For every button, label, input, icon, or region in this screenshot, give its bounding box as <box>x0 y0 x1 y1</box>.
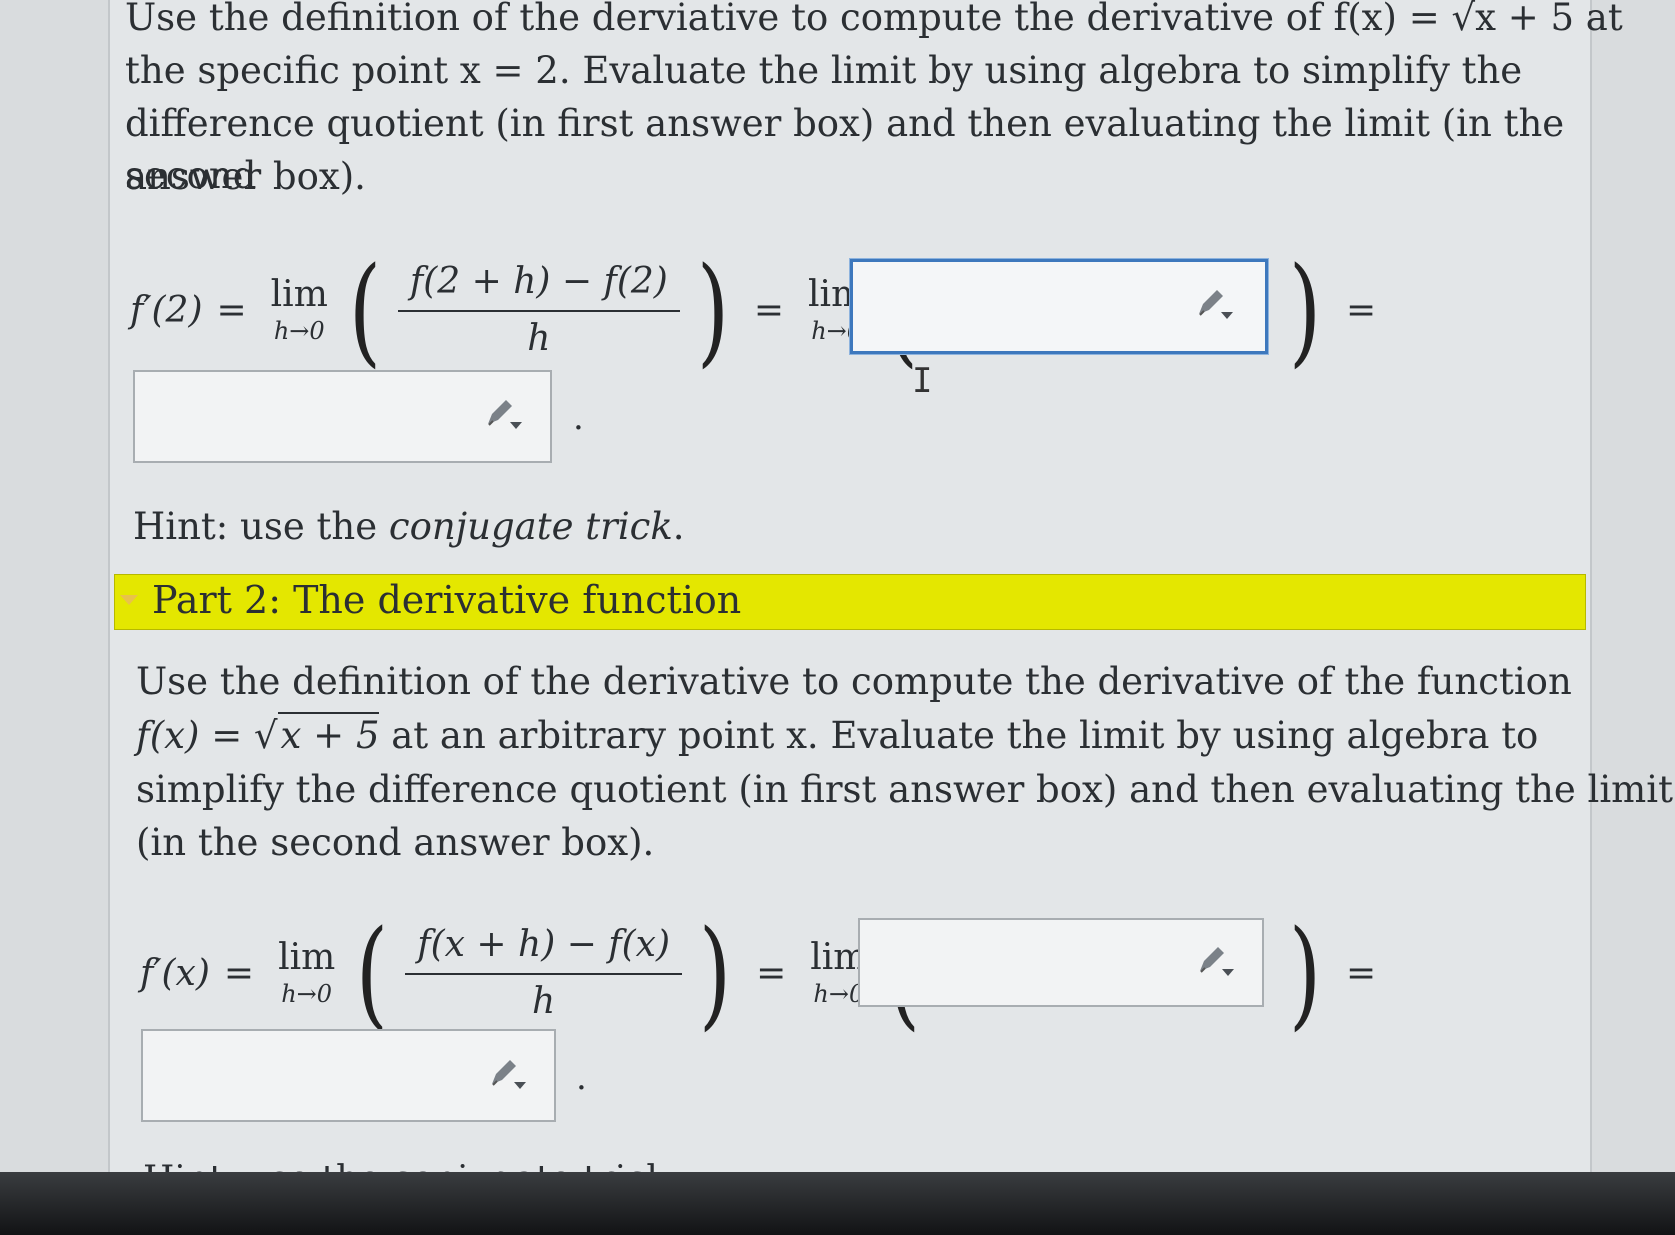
part1-lim-text: lim <box>270 274 328 315</box>
part1-equals-2: = <box>753 289 785 331</box>
part2-equation: f′(x) = lim h→0 ( f(x + h) − f(x) h ) = … <box>140 903 931 1043</box>
part1-hint-prefix: Hint: use the <box>133 505 389 548</box>
pencil-dropdown-icon[interactable] <box>484 398 524 432</box>
section-title: Part 2: The derivative function <box>152 578 742 622</box>
part2-numerator: f(x + h) − f(x) <box>405 924 683 975</box>
part2-equation-tail: ) = <box>1278 903 1390 1043</box>
pencil-dropdown-icon[interactable] <box>1195 288 1235 322</box>
part2-line2-rest: at an arbitrary point x. Evaluate the li… <box>379 714 1539 757</box>
part1-equals-3: = <box>1346 289 1377 331</box>
part1-line1: Use the definition of the derviative to … <box>125 0 1623 39</box>
part2-equals-3: = <box>1346 952 1377 994</box>
part1-line4: answer box). <box>125 155 366 198</box>
part2-fx: f(x) = <box>136 714 254 757</box>
part2-fraction: f(x + h) − f(x) h <box>405 924 683 1022</box>
part1-lim-sub: h→0 <box>273 317 325 345</box>
part1-hint-emph: conjugate trick <box>388 505 673 548</box>
part1-denominator: h <box>527 318 551 359</box>
part2-radicand: x + 5 <box>277 712 380 757</box>
part2-lim-sub: h→0 <box>281 980 333 1008</box>
part2-line2: f(x) = √x + 5 at an arbitrary point x. E… <box>136 712 1539 757</box>
pencil-dropdown-icon[interactable] <box>1196 945 1236 979</box>
part2-close-paren-2: ) <box>1288 904 1322 1042</box>
pencil-dropdown-icon[interactable] <box>488 1058 528 1092</box>
part2-lhs: f′(x) <box>140 952 210 994</box>
part1-period: . <box>573 398 584 438</box>
part1-fraction: f(2 + h) − f(2) h <box>397 261 680 359</box>
part1-hint-suffix: . <box>672 505 685 548</box>
text-cursor-icon: I <box>912 361 933 401</box>
part2-equals: = <box>223 952 255 994</box>
part2-limit: lim h→0 <box>278 937 336 1008</box>
part1-lhs: f′(2) <box>130 289 203 331</box>
part2-close-paren: ) <box>698 904 732 1042</box>
screen-bezel <box>0 1172 1675 1235</box>
part2-open-paren: ( <box>356 904 389 1042</box>
part1-equation: f′(2) = lim h→0 ( f(2 + h) − f(2) h ) = … <box>130 240 929 380</box>
part2-line4: (in the second answer box). <box>136 821 655 864</box>
part2-equals-2: = <box>756 952 787 994</box>
part2-lim-sub-2: h→0 <box>813 980 865 1008</box>
part1-numerator: f(2 + h) − f(2) <box>397 261 680 312</box>
part1-equals: = <box>216 289 247 331</box>
part1-open-paren: ( <box>348 241 381 379</box>
part2-line3: simplify the difference quotient (in fir… <box>136 768 1673 811</box>
part1-close-paren-2: ) <box>1288 241 1322 379</box>
part2-denominator: h <box>532 981 556 1022</box>
collapse-arrow-icon[interactable] <box>120 595 138 605</box>
part1-close-paren: ) <box>696 241 729 379</box>
part1-limit: lim h→0 <box>270 274 328 345</box>
part1-line2: the specific point x = 2. Evaluate the l… <box>125 49 1523 92</box>
part2-lim-text: lim <box>278 937 336 978</box>
part1-hint: Hint: use the conjugate trick. <box>133 505 685 548</box>
part2-period: . <box>576 1058 587 1098</box>
part2-line1: Use the definition of the derivative to … <box>136 660 1572 703</box>
part1-equation-tail: ) = <box>1278 240 1390 380</box>
